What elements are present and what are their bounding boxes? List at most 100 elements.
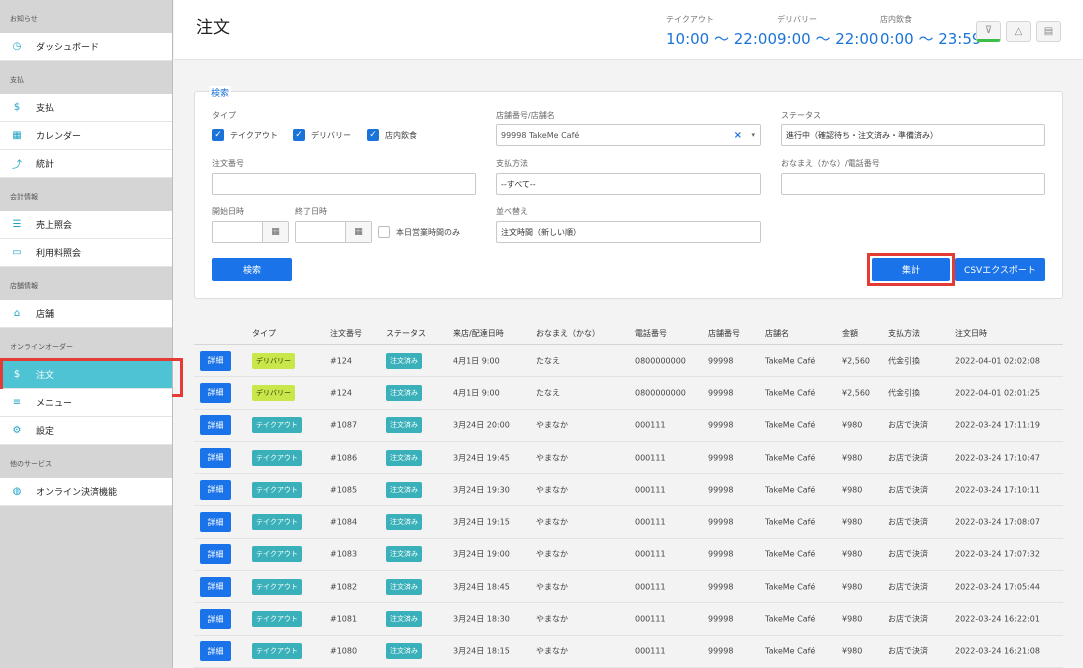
store-name-cell: TakeMe Café: [765, 485, 816, 495]
sidebar-item[interactable]: ▭ 利用料照会: [0, 239, 172, 267]
order-number-cell: #1081: [330, 614, 358, 624]
calendar-icon[interactable]: ▦: [345, 222, 371, 242]
store-select-value: 99998 TakeMe Café: [501, 130, 580, 140]
detail-button[interactable]: 詳細: [200, 415, 231, 436]
hours-eat-in: 店内飲食 0:00 ～ 23:59: [880, 14, 981, 49]
sidebar-item[interactable]: ◷ ダッシュボード: [0, 33, 172, 61]
customer-name-cell: やまなか: [536, 453, 568, 463]
sidebar-item[interactable]: ▦ カレンダー: [0, 122, 172, 150]
table-row: 詳細 テイクアウト 注文済み #1084 3月24日 19:15 やまなか 000111 99…: [194, 506, 1063, 539]
sort-label: 並べ替え: [496, 207, 528, 216]
today-only-checkbox[interactable]: 本日営業時間のみ: [378, 226, 460, 238]
filter-button[interactable]: ⊽: [976, 21, 1001, 42]
phone-cell: 000111: [635, 420, 666, 430]
sidebar-item[interactable]: ◍ オンライン決済機能: [0, 478, 172, 506]
order-datetime-cell: 2022-03-24 17:11:19: [955, 420, 1040, 430]
detail-button[interactable]: 詳細: [200, 641, 231, 662]
column-header: 支払方法: [888, 329, 920, 338]
detail-button[interactable]: 詳細: [200, 512, 231, 533]
visit-time-cell: 3月24日 20:00: [453, 420, 510, 430]
store-number-cell: 99998: [708, 582, 734, 592]
detail-button[interactable]: 詳細: [200, 609, 231, 630]
clear-icon[interactable]: ×: [734, 130, 742, 141]
sidebar-item[interactable]: ⚙ 設定: [0, 417, 172, 445]
end-date-input[interactable]: ▦: [295, 221, 372, 243]
status-badge: 注文済み: [386, 417, 422, 434]
store-number-cell: 99998: [708, 420, 734, 430]
sidebar-item[interactable]: $ 注文: [0, 358, 183, 397]
hours-takeout: テイクアウト 10:00 ～ 22:00: [666, 14, 777, 49]
payment-method-cell: お店で決済: [888, 646, 928, 656]
type-badge: テイクアウト: [252, 417, 302, 434]
order-datetime-cell: 2022-03-24 17:07:32: [955, 549, 1040, 559]
column-header: タイプ: [252, 329, 276, 338]
end-date-label: 終了日時: [295, 207, 327, 216]
sidebar-item[interactable]: ☰ 売上照会: [0, 211, 172, 239]
sidebar-item[interactable]: ≡ メニュー: [0, 389, 172, 417]
order-number-cell: #1084: [330, 517, 358, 527]
card-icon: ▭: [12, 247, 22, 258]
type-eat-in-checkbox[interactable]: ✓ 店内飲食: [367, 129, 417, 141]
calendar-icon[interactable]: ▦: [262, 222, 288, 242]
csv-export-button[interactable]: CSVエクスポート: [955, 258, 1045, 281]
detail-button[interactable]: 詳細: [200, 544, 231, 565]
hours-label: テイクアウト: [666, 15, 714, 24]
phone-cell: 000111: [635, 485, 666, 495]
status-badge: 注文済み: [386, 546, 422, 563]
order-datetime-cell: 2022-03-24 17:05:44: [955, 582, 1040, 592]
customer-name-cell: やまなか: [536, 646, 568, 656]
search-button[interactable]: 検索: [212, 258, 292, 281]
order-datetime-cell: 2022-03-24 16:21:08: [955, 646, 1040, 656]
notification-button[interactable]: △: [1006, 21, 1031, 42]
highlight-box: [867, 253, 955, 286]
checkbox-checked-icon: ✓: [367, 129, 379, 141]
checkbox-label: テイクアウト: [230, 130, 278, 140]
status-select[interactable]: 進行中（確認待ち・注文済み・準備済み）: [781, 124, 1045, 146]
sidebar-item-label: 注文: [36, 371, 55, 381]
detail-button[interactable]: 詳細: [200, 447, 231, 468]
type-delivery-checkbox[interactable]: ✓ デリバリー: [293, 129, 351, 141]
payment-method-cell: お店で決済: [888, 614, 928, 624]
type-badge: テイクアウト: [252, 481, 302, 498]
amount-cell: ¥2,560: [842, 388, 870, 398]
payment-select[interactable]: --すべて--: [496, 173, 761, 195]
order-number-cell: #124: [330, 388, 352, 398]
orders-table: タイプ 注文番号 ステータス 来店/配達日時 おなまえ（かな） 電話番号 店舗番…: [194, 322, 1063, 668]
detail-button[interactable]: 詳細: [200, 382, 231, 403]
sidebar-item-label: メニュー: [36, 399, 73, 409]
sidebar-section-label: 支払: [10, 76, 24, 84]
hours-delivery: デリバリー 9:00 ～ 22:00: [777, 14, 878, 49]
store-name-cell: TakeMe Café: [765, 517, 816, 527]
payment-method-cell: お店で決済: [888, 517, 928, 527]
sort-select[interactable]: 注文時間（新しい順）: [496, 221, 761, 243]
type-badge: テイクアウト: [252, 514, 302, 531]
order-datetime-cell: 2022-03-24 17:10:11: [955, 485, 1040, 495]
store-number-cell: 99998: [708, 614, 734, 624]
order-datetime-cell: 2022-03-24 17:10:47: [955, 453, 1040, 463]
list-button[interactable]: ▤: [1036, 21, 1061, 42]
start-date-input[interactable]: ▦: [212, 221, 289, 243]
sidebar-item[interactable]: ⌂ 店舗: [0, 300, 172, 328]
column-header: 注文番号: [330, 329, 362, 338]
chart-icon: ⤴: [12, 160, 22, 171]
detail-button[interactable]: 詳細: [200, 576, 231, 597]
store-label: 店舗番号/店舗名: [496, 111, 555, 120]
detail-button[interactable]: 詳細: [200, 350, 231, 371]
search-panel: 検索 タイプ ✓ テイクアウト ✓ デリバリー ✓ 店内飲食 店舗番号/店舗名 …: [194, 86, 1063, 299]
type-takeout-checkbox[interactable]: ✓ テイクアウト: [212, 129, 278, 141]
sidebar-section-label: 他のサービス: [10, 460, 52, 468]
hours-label: 店内飲食: [880, 15, 912, 24]
amount-cell: ¥980: [842, 646, 863, 656]
sidebar-item[interactable]: ⤴ 統計: [0, 150, 172, 178]
phone-cell: 000111: [635, 517, 666, 527]
name-phone-input[interactable]: [781, 173, 1045, 195]
detail-button[interactable]: 詳細: [200, 479, 231, 500]
status-select-value: 進行中（確認待ち・注文済み・準備済み）: [786, 130, 938, 140]
sidebar-item[interactable]: $ 支払: [0, 94, 172, 122]
store-number-cell: 99998: [708, 356, 734, 366]
phone-cell: 000111: [635, 582, 666, 592]
table-body: 詳細 デリバリー 注文済み #124 4月1日 9:00 たなえ 0800000000 999…: [194, 345, 1063, 668]
order-no-input[interactable]: [212, 173, 476, 195]
store-select[interactable]: 99998 TakeMe Café × ▾: [496, 124, 761, 146]
payment-method-cell: お店で決済: [888, 485, 928, 495]
